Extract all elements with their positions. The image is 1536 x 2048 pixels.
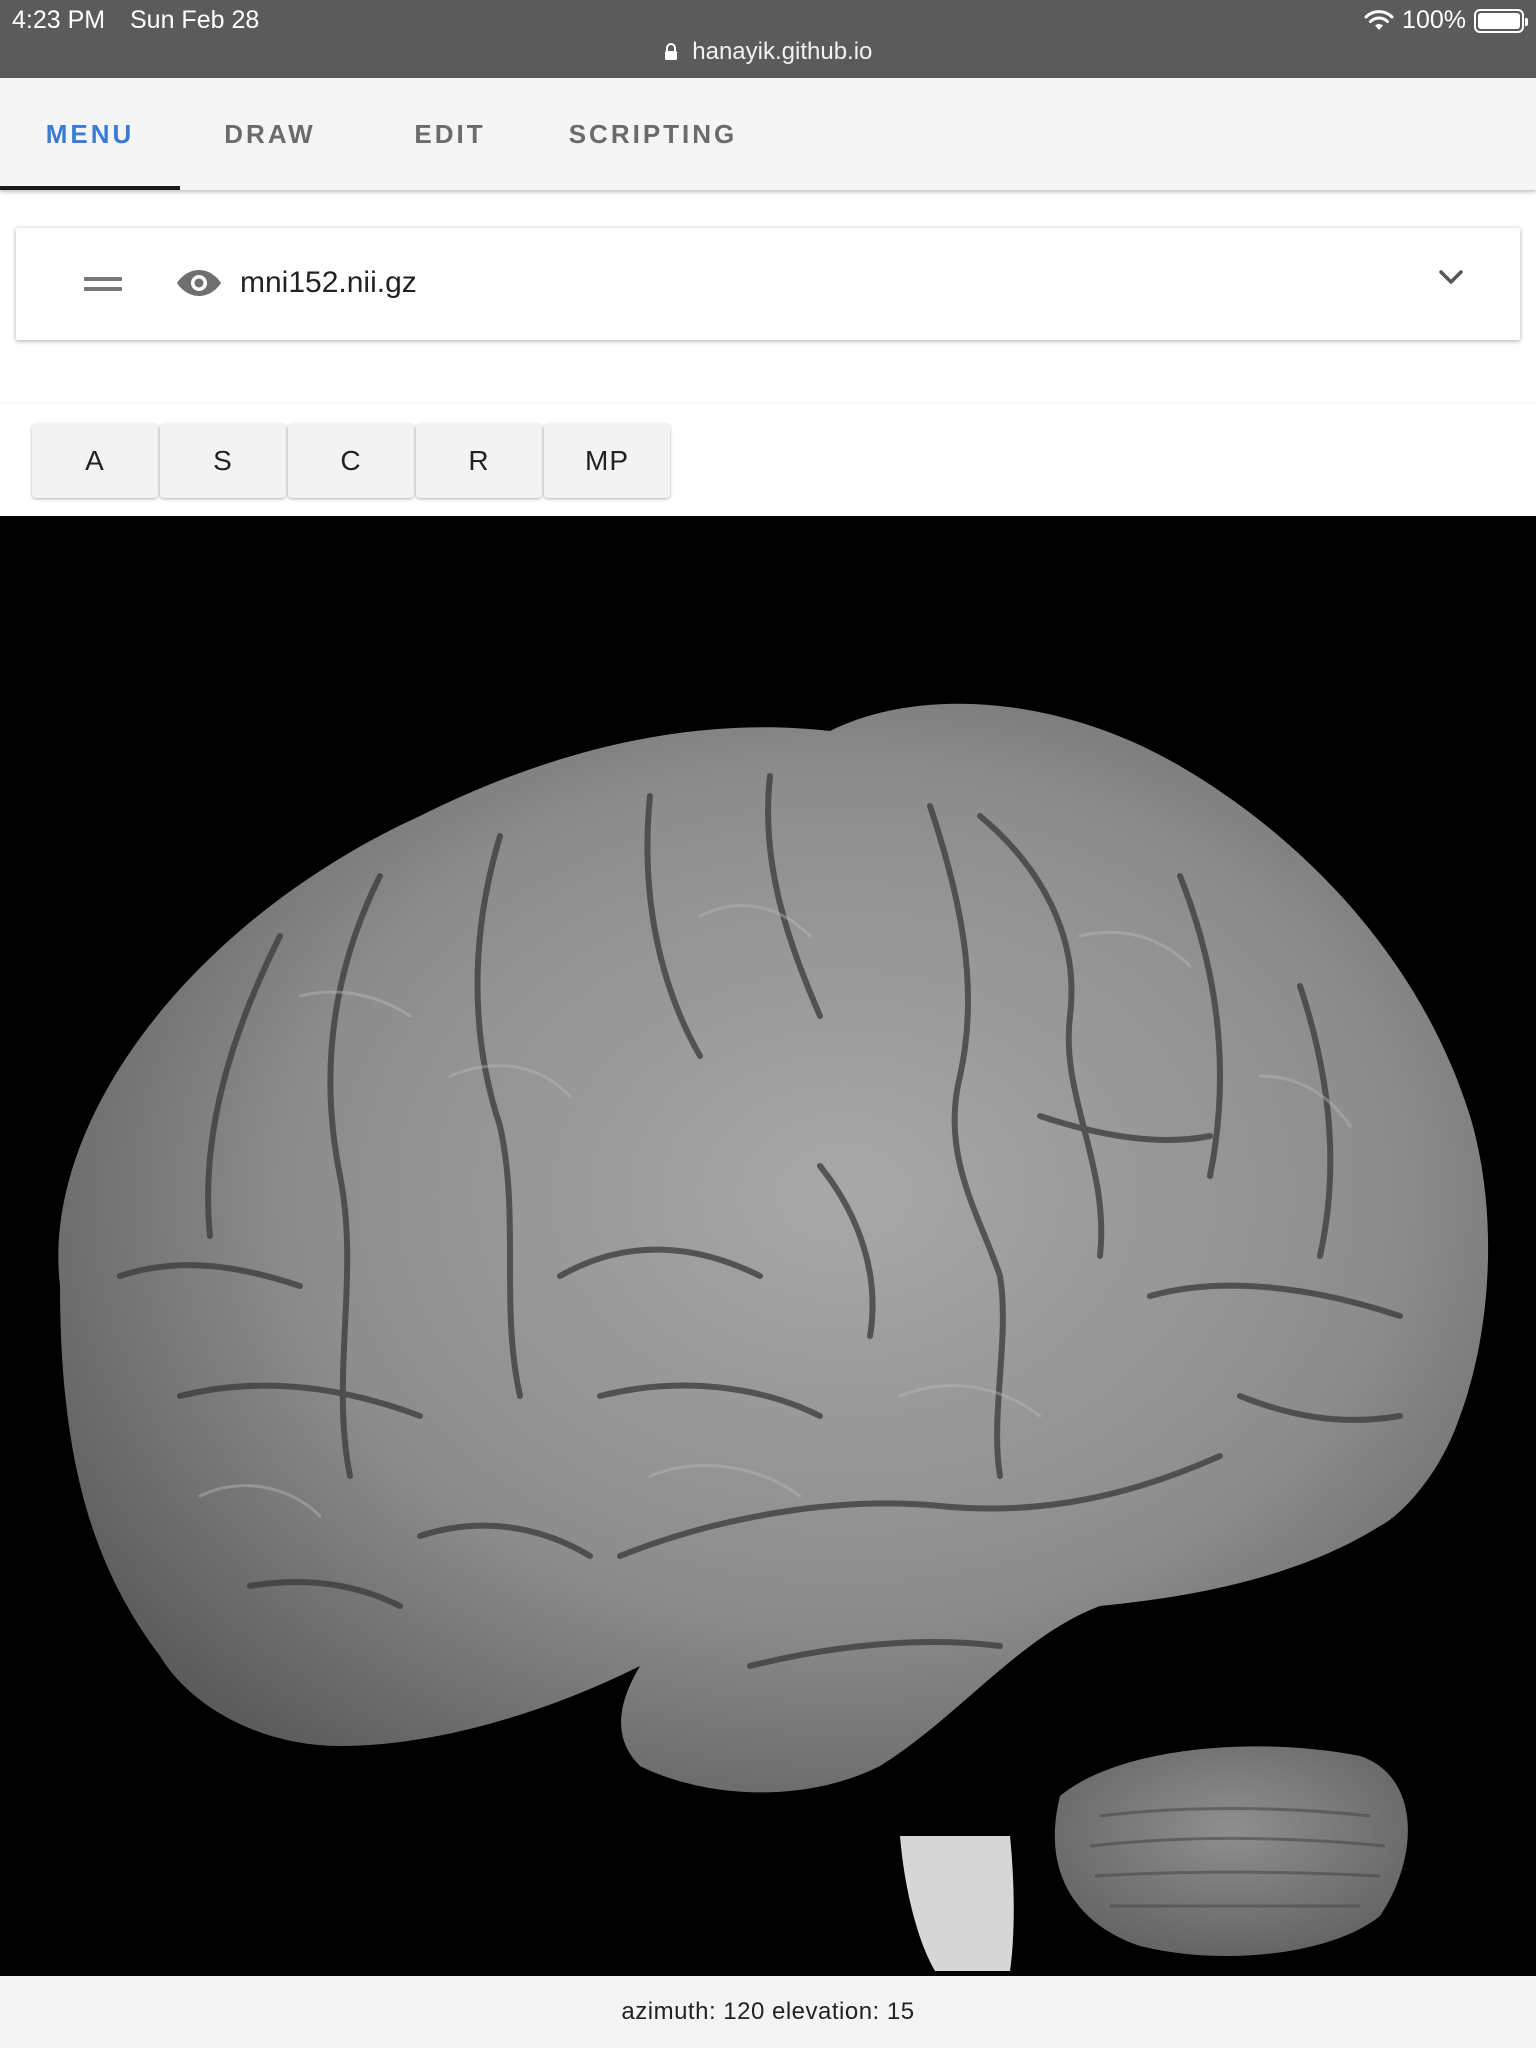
battery-icon bbox=[1474, 8, 1528, 33]
multiplanar-view-button[interactable]: MP bbox=[544, 424, 670, 498]
status-right: 100% bbox=[1364, 6, 1528, 35]
address-bar[interactable]: hanayik.github.io bbox=[0, 38, 1536, 66]
camera-status: azimuth: 120 elevation: 15 bbox=[0, 1976, 1536, 2048]
view-toolbar: A S C R MP bbox=[0, 404, 1536, 516]
tab-edit[interactable]: EDIT bbox=[360, 78, 540, 190]
camera-status-text: azimuth: 120 elevation: 15 bbox=[621, 1998, 915, 2025]
volume-name: mni152.nii.gz bbox=[240, 266, 417, 299]
lock-icon bbox=[664, 43, 677, 60]
url-text: hanayik.github.io bbox=[692, 38, 873, 65]
tab-draw[interactable]: DRAW bbox=[180, 78, 360, 190]
tab-scripting[interactable]: SCRIPTING bbox=[540, 78, 766, 190]
tab-menu[interactable]: MENU bbox=[0, 78, 180, 190]
brain-render bbox=[58, 703, 1489, 1971]
status-date: Sun Feb 28 bbox=[130, 6, 260, 34]
volume-list-item[interactable]: mni152.nii.gz bbox=[16, 228, 1520, 340]
battery-percent: 100% bbox=[1402, 6, 1466, 34]
render-canvas[interactable] bbox=[0, 516, 1536, 1976]
coronal-view-button[interactable]: C bbox=[288, 424, 414, 498]
sagittal-view-button[interactable]: S bbox=[160, 424, 286, 498]
render-view-button[interactable]: R bbox=[416, 424, 542, 498]
tab-bar: MENU DRAW EDIT SCRIPTING bbox=[0, 78, 1536, 190]
wifi-icon bbox=[1364, 9, 1394, 30]
eye-icon[interactable] bbox=[176, 266, 222, 300]
status-time: 4:23 PM bbox=[12, 6, 106, 34]
axial-view-button[interactable]: A bbox=[32, 424, 158, 498]
chevron-down-icon[interactable] bbox=[1438, 268, 1464, 286]
drag-handle-icon[interactable] bbox=[84, 277, 122, 293]
status-bar: 4:23 PM Sun Feb 28 100% hanayik.github.i… bbox=[0, 0, 1536, 78]
